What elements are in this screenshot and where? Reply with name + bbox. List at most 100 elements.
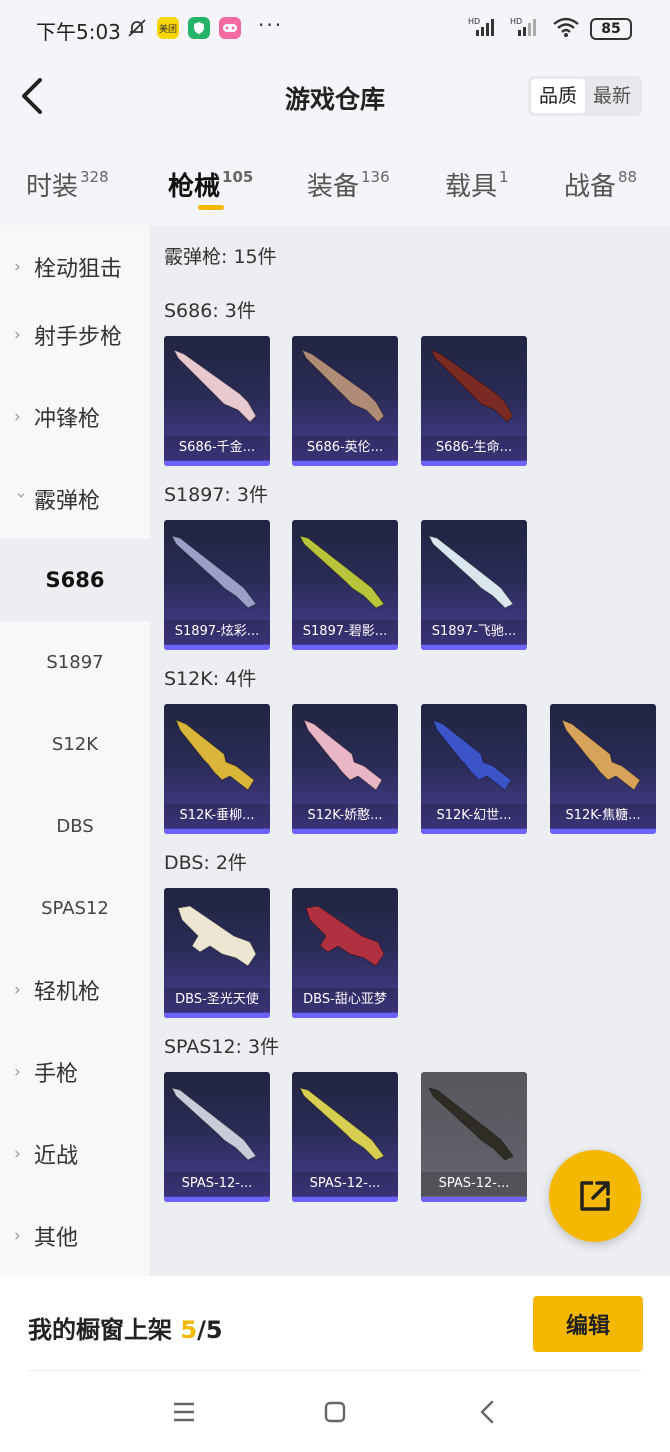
- sidebar-item-smg[interactable]: › 冲锋枪: [0, 376, 150, 458]
- weapon-card[interactable]: S12K-幻世...: [421, 704, 527, 834]
- signal-icon: HD: [468, 16, 500, 42]
- weapon-card[interactable]: S1897-碧影...: [292, 520, 398, 650]
- tab-label: 装备: [307, 172, 360, 202]
- weapon-skin-image: [303, 719, 383, 791]
- weapon-skin-image: [171, 535, 257, 609]
- shield-app-icon: [188, 17, 210, 39]
- sidebar-sub-s686[interactable]: S686: [0, 539, 150, 621]
- weapon-card[interactable]: DBS-甜心亚梦: [292, 888, 398, 1018]
- nav-back-button[interactable]: [468, 1394, 508, 1430]
- weapon-card[interactable]: S1897-炫彩...: [164, 520, 270, 650]
- sidebar-sub-s12k[interactable]: S12K: [0, 703, 150, 785]
- group-title: S686: 3件: [164, 300, 256, 322]
- category-tabs: 时装 328 枪械 105 装备 136 载具 1 战备 88: [0, 140, 670, 226]
- rarity-bar: [421, 645, 527, 650]
- rarity-bar: [550, 829, 656, 834]
- weapon-card-label: SPAS-12-...: [164, 1172, 270, 1196]
- sidebar-item-shotgun[interactable]: › 霰弹枪: [0, 458, 150, 540]
- sort-toggle: 品质 最新: [527, 76, 642, 116]
- tab-supplies[interactable]: 战备 88: [564, 166, 637, 203]
- tab-label: 战备: [564, 172, 617, 202]
- share-external-icon: [580, 1181, 610, 1211]
- mute-bell-icon: [126, 17, 148, 39]
- sidebar-item-pistol[interactable]: › 手枪: [0, 1031, 150, 1113]
- sidebar-item-label: 霰弹枪: [34, 489, 101, 514]
- tab-outfits[interactable]: 时装 328: [26, 166, 109, 203]
- tab-equipment[interactable]: 装备 136: [307, 166, 390, 203]
- weapon-skin-image: [305, 905, 385, 967]
- shotgun-summary: 霰弹枪: 15件: [164, 246, 277, 268]
- game-app-icon: [219, 17, 241, 39]
- sort-quality-button[interactable]: 品质: [530, 79, 585, 113]
- chevron-right-icon: ›: [14, 325, 21, 345]
- weapon-card[interactable]: SPAS-12-...: [421, 1072, 527, 1202]
- signal-icon-2: HD: [510, 16, 542, 42]
- weapon-card[interactable]: S686-英伦...: [292, 336, 398, 466]
- sidebar-sub-s1897[interactable]: S1897: [0, 621, 150, 703]
- sidebar-item-label: 手枪: [34, 1062, 79, 1087]
- tab-weapons[interactable]: 枪械 105: [168, 166, 253, 203]
- tab-label: 枪械: [168, 172, 221, 202]
- sidebar-sub-spas12[interactable]: SPAS12: [0, 867, 150, 949]
- weapon-card-label: DBS-圣光天使: [164, 988, 270, 1012]
- chevron-right-icon: ›: [14, 257, 21, 277]
- back-arrow-icon: [22, 78, 42, 114]
- weapon-skin-image: [428, 535, 514, 609]
- menu-button[interactable]: [164, 1394, 204, 1430]
- sidebar-item-label: 其他: [34, 1226, 79, 1251]
- weapon-skin-image: [299, 535, 385, 609]
- sidebar-item-other[interactable]: › 其他: [0, 1195, 150, 1277]
- weapon-card[interactable]: S12K-垂柳...: [164, 704, 270, 834]
- chevron-right-icon: ›: [14, 1226, 21, 1246]
- sidebar-item-marksman[interactable]: › 射手步枪: [0, 294, 150, 376]
- tab-count: 328: [80, 168, 109, 186]
- weapon-skin-image: [171, 1087, 257, 1161]
- weapon-skin-image: [432, 719, 512, 791]
- weapon-card-label: S1897-飞驰...: [421, 620, 527, 644]
- group-title: S12K: 4件: [164, 668, 257, 690]
- weapon-card[interactable]: S12K-娇憨...: [292, 704, 398, 834]
- weapon-card[interactable]: S686-生命...: [421, 336, 527, 466]
- showcase-status: 我的橱窗上架 5/5: [28, 1310, 223, 1345]
- weapon-card-label: SPAS-12-...: [292, 1172, 398, 1196]
- tab-vehicles[interactable]: 载具 1: [445, 166, 509, 203]
- weapon-card[interactable]: DBS-圣光天使: [164, 888, 270, 1018]
- wifi-icon: [552, 16, 580, 42]
- weapon-skin-image: [177, 905, 257, 967]
- sort-latest-button[interactable]: 最新: [585, 79, 639, 113]
- weapon-skin-image: [172, 349, 257, 423]
- sidebar-item-melee[interactable]: › 近战: [0, 1113, 150, 1195]
- rarity-bar: [421, 1197, 527, 1202]
- rarity-bar: [421, 461, 527, 466]
- weapon-card[interactable]: S12K-焦糖...: [550, 704, 656, 834]
- more-dots: ···: [258, 13, 284, 37]
- chevron-right-icon: ›: [14, 407, 21, 427]
- share-fab-button[interactable]: [549, 1150, 641, 1242]
- rarity-bar: [292, 1197, 398, 1202]
- weapon-card[interactable]: S686-千金...: [164, 336, 270, 466]
- back-button[interactable]: [14, 74, 54, 118]
- active-tab-indicator: [198, 205, 224, 210]
- rarity-bar: [164, 829, 270, 834]
- rarity-bar: [292, 461, 398, 466]
- sidebar-item-label: 栓动狙击: [34, 257, 123, 282]
- weapon-card[interactable]: SPAS-12-...: [164, 1072, 270, 1202]
- sidebar-sub-dbs[interactable]: DBS: [0, 785, 150, 867]
- header: 游戏仓库 品质 最新: [0, 60, 670, 140]
- tab-count: 88: [618, 168, 638, 186]
- weapon-skin-image: [429, 349, 514, 423]
- sidebar-item-label: 近战: [34, 1144, 79, 1169]
- chevron-right-icon: ›: [14, 1062, 21, 1082]
- showcase-footer: 我的橱窗上架 5/5 编辑: [0, 1276, 670, 1372]
- back-chevron-icon: [480, 1400, 494, 1424]
- rarity-bar: [164, 1013, 270, 1018]
- showcase-current-count: 5: [180, 1316, 198, 1344]
- chevron-down-icon: ›: [11, 492, 31, 499]
- home-button[interactable]: [315, 1394, 355, 1430]
- sidebar-item-lmg[interactable]: › 轻机枪: [0, 949, 150, 1031]
- tab-label: 时装: [26, 172, 79, 202]
- weapon-card[interactable]: S1897-飞驰...: [421, 520, 527, 650]
- weapon-card[interactable]: SPAS-12-...: [292, 1072, 398, 1202]
- weapon-type-sidebar: › 栓动狙击 › 射手步枪 › 冲锋枪 › 霰弹枪 S686 S1897 S12K DB…: [0, 226, 150, 1276]
- edit-button[interactable]: 编辑: [533, 1296, 643, 1352]
